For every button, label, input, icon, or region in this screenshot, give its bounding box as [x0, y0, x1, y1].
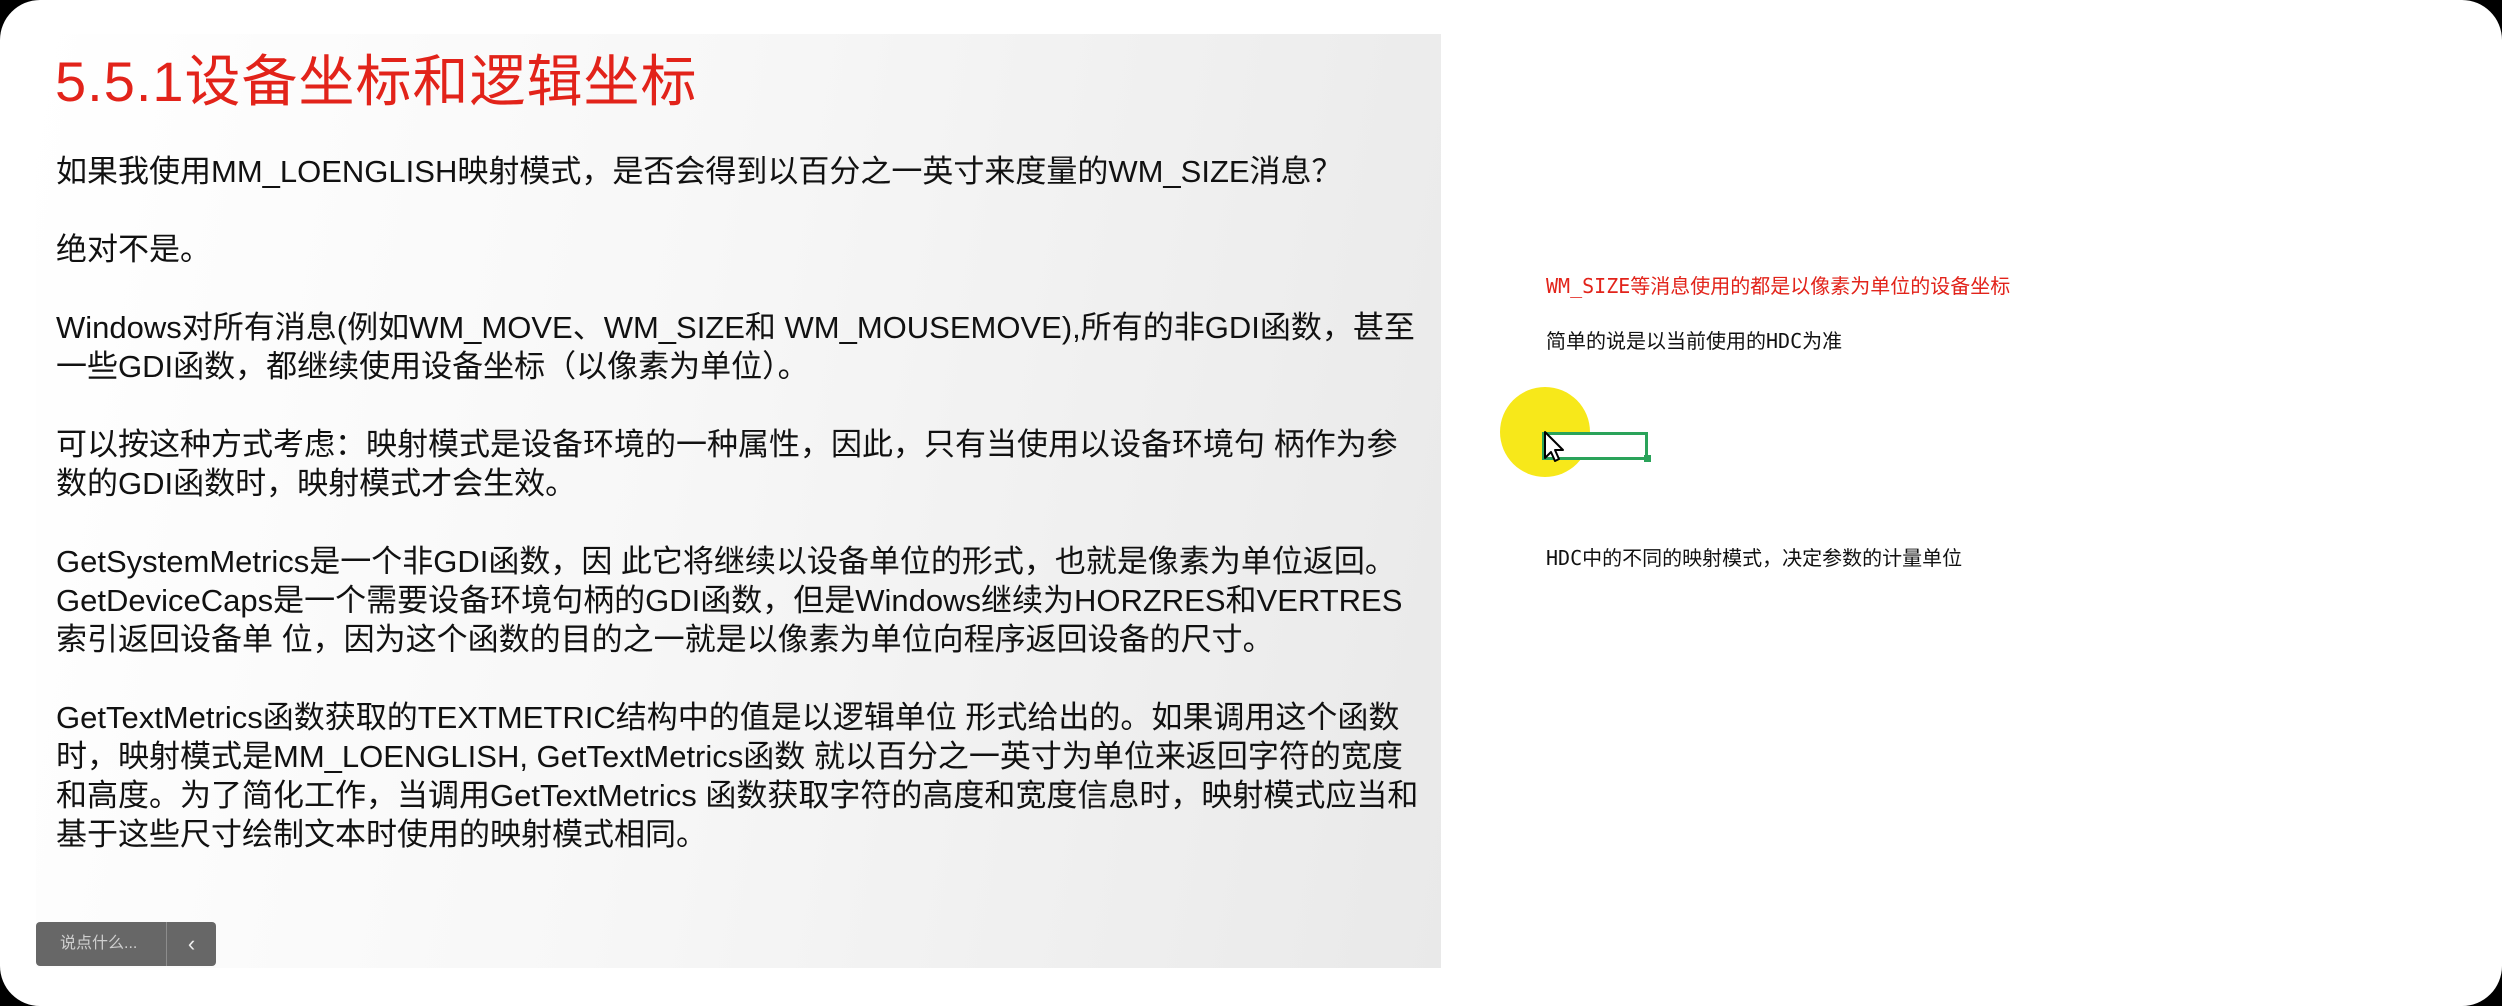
- slide-paragraph: GetTextMetrics函数获取的TEXTMETRIC结构中的值是以逻辑单位…: [56, 700, 1419, 852]
- annotation-note-red: WM_SIZE等消息使用的都是以像素为单位的设备坐标: [1546, 274, 2011, 298]
- annotation-note: HDC中的不同的映射模式，决定参数的计量单位: [1546, 546, 1963, 570]
- slide-paragraph: GetDeviceCaps是一个需要设备环境句柄的GDI函数，但是Windows…: [56, 583, 1403, 657]
- rectangle-resize-handle[interactable]: [1644, 455, 1651, 462]
- chevron-left-icon: ‹: [187, 931, 196, 956]
- screen-stage: 5.5.1设备坐标和逻辑坐标 如果我使用MM_LOENGLISH映射模式，是否会…: [0, 0, 2502, 1006]
- mouse-pointer-icon: [1544, 431, 1564, 462]
- slide-paragraph: 可以按这种方式考虑：映射模式是设备环境的一种属性，因此，只有当使用以设备环境句 …: [56, 427, 1398, 501]
- slide-title: 5.5.1设备坐标和逻辑坐标: [55, 50, 698, 113]
- annotation-note: 简单的说是以当前使用的HDC为准: [1546, 329, 1843, 353]
- slide-paragraph: GetSystemMetrics是一个非GDI函数，因 此它将继续以设备单位的形…: [56, 544, 1396, 579]
- comment-input[interactable]: [36, 922, 166, 966]
- slide-paragraph: 绝对不是。: [56, 232, 211, 267]
- slide-paragraph: Windows对所有消息(例如WM_MOVE、WM_SIZE和 WM_MOUSE…: [56, 310, 1415, 384]
- presentation-slide: 5.5.1设备坐标和逻辑坐标 如果我使用MM_LOENGLISH映射模式，是否会…: [36, 34, 1441, 968]
- comment-bar: ‹: [36, 922, 216, 966]
- collapse-button[interactable]: ‹: [166, 922, 216, 966]
- slide-body: 如果我使用MM_LOENGLISH映射模式，是否会得到以百分之一英寸来度量的WM…: [56, 152, 1428, 854]
- slide-paragraph: 如果我使用MM_LOENGLISH映射模式，是否会得到以百分之一英寸来度量的WM…: [56, 154, 1343, 189]
